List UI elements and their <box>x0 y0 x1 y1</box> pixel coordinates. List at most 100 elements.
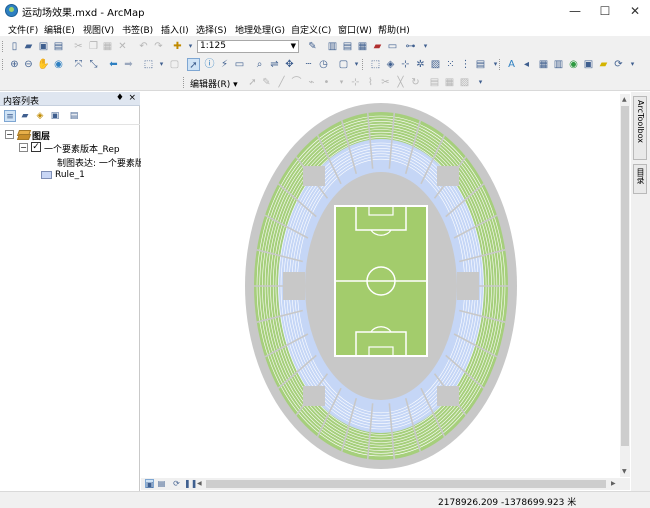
new-document-icon[interactable]: ▯ <box>8 40 21 53</box>
editor-toolbar-icon[interactable]: ✎ <box>306 40 319 53</box>
measure-icon[interactable]: ┄ <box>302 58 315 71</box>
representation-layers-icon[interactable]: ◈ <box>384 58 397 71</box>
menu-geoprocessing[interactable]: 地理处理(G) <box>235 23 285 36</box>
rotate-icon[interactable]: ↻ <box>409 76 422 89</box>
minimize-button[interactable]: — <box>560 0 590 22</box>
stadium-map[interactable] <box>143 94 618 477</box>
toc-node-representation[interactable]: 制图表达: 一个要素版 <box>0 155 144 169</box>
table-icon[interactable]: ▤ <box>341 40 354 53</box>
select-features-icon[interactable]: ⬚ <box>142 58 155 71</box>
open-folder-icon[interactable]: ▰ <box>22 40 35 53</box>
copy-icon[interactable]: ❐ <box>87 40 100 53</box>
menu-file[interactable]: 文件(F) <box>8 23 38 36</box>
python-window-icon[interactable]: ▭ <box>386 40 399 53</box>
toolbox-icon[interactable]: ▰ <box>371 40 384 53</box>
straight-segment-icon[interactable]: ╱ <box>275 76 288 89</box>
fixed-zoom-out-icon[interactable]: ⤡ <box>87 58 100 71</box>
data-view-icon[interactable]: ▥ <box>326 40 339 53</box>
toolbar-options-icon[interactable]: ▾ <box>474 76 487 89</box>
chevron-down-icon[interactable]: ▼ <box>291 41 296 52</box>
toc-node-rule[interactable]: Rule_1 <box>0 169 140 181</box>
go-to-xy-icon[interactable]: ✥ <box>283 58 296 71</box>
horizontal-scrollbar[interactable]: ◀ ▶ <box>196 479 620 489</box>
maximize-button[interactable]: ☐ <box>590 0 620 22</box>
fixed-zoom-in-icon[interactable]: ⤧ <box>72 58 85 71</box>
horizontal-scroll-thumb[interactable] <box>206 480 606 488</box>
hyperlink-icon[interactable]: ⚡ <box>218 58 231 71</box>
toolbar-grip[interactable] <box>2 41 5 52</box>
search-icon[interactable]: ◉ <box>567 58 580 71</box>
list-by-source-icon[interactable]: ▰ <box>19 110 31 122</box>
trace-icon[interactable]: ⌁ <box>305 76 318 89</box>
rule-icon[interactable]: ⋮ <box>459 58 472 71</box>
viewer-window-icon[interactable]: ▢ <box>337 58 350 71</box>
toc-node-layer[interactable]: − ✓ 一个要素版本_Rep <box>0 141 140 155</box>
free-representation-icon[interactable]: ▨ <box>429 58 442 71</box>
menu-selection[interactable]: 选择(S) <box>196 23 227 36</box>
toc-options-icon[interactable]: ▤ <box>68 110 80 122</box>
pan-icon[interactable]: ✋ <box>37 58 50 71</box>
close-button[interactable]: ✕ <box>620 0 650 22</box>
pin-icon[interactable]: ♦ <box>116 93 124 103</box>
undo-icon[interactable]: ↶ <box>137 40 150 53</box>
scroll-right-icon[interactable]: ▶ <box>611 480 616 487</box>
save-icon[interactable]: ▣ <box>37 40 50 53</box>
split-icon[interactable]: ╳ <box>394 76 407 89</box>
edit-tool-icon[interactable]: ➚ <box>246 76 259 89</box>
data-view-button[interactable]: ▣ <box>145 479 154 489</box>
edit-vertices-icon[interactable]: ⊹ <box>349 76 362 89</box>
point-icon[interactable]: • <box>320 76 333 89</box>
redo-icon[interactable]: ↷ <box>152 40 165 53</box>
list-by-drawing-order-icon[interactable]: ≡ <box>4 110 16 122</box>
refresh-view-button[interactable]: ⟳ <box>172 479 181 488</box>
time-slider-icon[interactable]: ◷ <box>317 58 330 71</box>
menu-edit[interactable]: 编辑(E) <box>44 23 75 36</box>
representation-select-icon[interactable]: ⬚ <box>369 58 382 71</box>
map-scale-combobox[interactable]: 1:125 ▼ <box>197 40 299 53</box>
cut-icon[interactable]: ✂ <box>72 40 85 53</box>
sketch-properties-icon[interactable]: ▦ <box>443 76 456 89</box>
add-data-dropdown-icon[interactable]: ▾ <box>184 40 197 53</box>
map-view[interactable] <box>143 94 618 477</box>
layout-view-button[interactable]: ▤ <box>157 479 166 488</box>
catalog-icon[interactable]: ▦ <box>356 40 369 53</box>
text-tool-icon[interactable]: A <box>505 58 518 71</box>
scroll-down-icon[interactable]: ▼ <box>622 468 627 475</box>
close-icon[interactable]: × <box>128 93 136 103</box>
catalog-tab[interactable]: 目录 <box>633 164 647 194</box>
collapse-icon[interactable]: − <box>5 130 14 139</box>
reshape-icon[interactable]: ⌇ <box>364 76 377 89</box>
image-icon[interactable]: ▣ <box>582 58 595 71</box>
select-elements-icon[interactable]: ➚ <box>187 58 200 71</box>
layout-icon[interactable]: ▦ <box>537 58 550 71</box>
html-popup-icon[interactable]: ▭ <box>233 58 246 71</box>
vertex-tool-icon[interactable]: ⊹ <box>399 58 412 71</box>
menu-insert[interactable]: 插入(I) <box>161 23 189 36</box>
select-dropdown-icon[interactable]: ▾ <box>155 58 168 71</box>
pause-drawing-button[interactable]: ❚❚ <box>184 479 197 488</box>
delete-icon[interactable]: ✕ <box>116 40 129 53</box>
menu-help[interactable]: 帮助(H) <box>378 23 410 36</box>
layer-visibility-checkbox[interactable]: ✓ <box>31 142 41 152</box>
construction-dropdown-icon[interactable]: ▾ <box>335 76 348 89</box>
toolbar-options-icon[interactable]: ▾ <box>419 40 432 53</box>
list-by-visibility-icon[interactable]: ◈ <box>34 110 46 122</box>
refresh-icon[interactable]: ⟳ <box>612 58 625 71</box>
clear-selection-icon[interactable]: ▢ <box>168 58 181 71</box>
toolbar-options-icon[interactable]: ▾ <box>626 58 639 71</box>
callout-icon[interactable]: ◂ <box>520 58 533 71</box>
menu-view[interactable]: 视图(V) <box>83 23 114 36</box>
list-by-selection-icon[interactable]: ▣ <box>49 110 61 122</box>
edit-annotation-icon[interactable]: ✎ <box>260 76 273 89</box>
paste-icon[interactable]: ▦ <box>101 40 114 53</box>
full-extent-icon[interactable]: ◉ <box>52 58 65 71</box>
marker-icon[interactable]: ⁙ <box>444 58 457 71</box>
scroll-up-icon[interactable]: ▲ <box>622 96 627 103</box>
note-icon[interactable]: ▰ <box>597 58 610 71</box>
toolbar-grip[interactable] <box>2 59 5 70</box>
toolbar-grip[interactable] <box>362 59 365 70</box>
model-builder-icon[interactable]: ⊶ <box>404 40 417 53</box>
collapse-icon[interactable]: − <box>19 143 28 152</box>
toc-node-layers[interactable]: − 图层 <box>0 128 140 142</box>
editor-menu[interactable]: 编辑器(R) ▾ <box>190 77 238 90</box>
